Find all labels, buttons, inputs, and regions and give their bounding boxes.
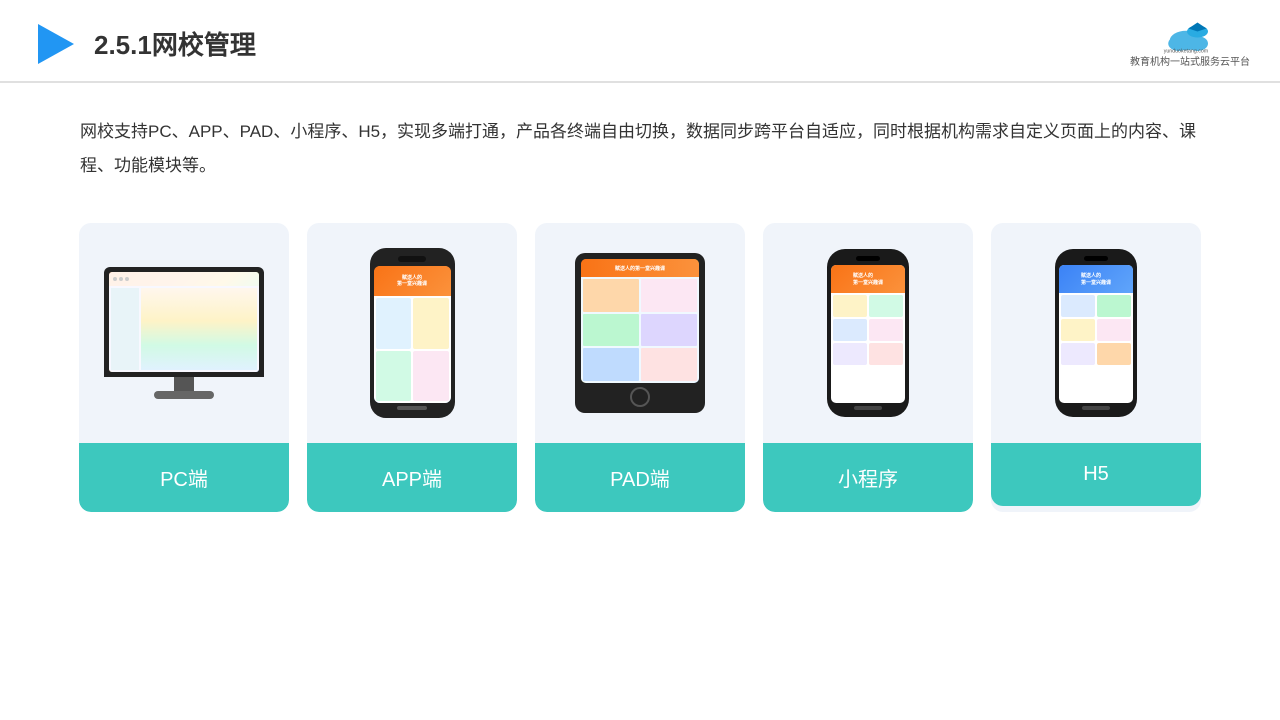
card-app-image: 赋送人的第一堂兴趣课: [307, 223, 517, 443]
play-icon: [30, 20, 78, 68]
logo-area: yunduoketang.com 教育机构一站式服务云平台: [1130, 18, 1250, 69]
card-pc-image: [79, 223, 289, 443]
device-pc: [104, 267, 264, 399]
card-pad: 赋送人的第一堂兴趣课: [535, 223, 745, 512]
card-pc-label: PC端: [79, 443, 289, 512]
logo-tagline: 教育机构一站式服务云平台: [1130, 56, 1250, 69]
card-h5-image: 赋送人的第一堂兴趣课: [991, 223, 1201, 443]
device-app-phone: 赋送人的第一堂兴趣课: [370, 248, 455, 418]
header-left: 2.5.1网校管理: [30, 20, 256, 68]
svg-text:yunduoketang.com: yunduoketang.com: [1164, 49, 1209, 55]
card-pc: PC端: [79, 223, 289, 512]
cards-container: PC端 赋送人的第一堂兴趣课: [0, 193, 1280, 542]
card-h5-label: H5: [991, 443, 1201, 506]
card-mini-label: 小程序: [763, 443, 973, 512]
device-h5: 赋送人的第一堂兴趣课: [1055, 249, 1137, 417]
card-mini-image: 赋送人的第一堂兴趣课: [763, 223, 973, 443]
page-title: 2.5.1网校管理: [94, 25, 256, 62]
device-mini: 赋送人的第一堂兴趣课: [827, 249, 909, 417]
card-mini: 赋送人的第一堂兴趣课 小程序: [763, 223, 973, 512]
header: 2.5.1网校管理 yunduoketang.com 教育机构一站式服务云平台: [0, 0, 1280, 83]
card-pad-image: 赋送人的第一堂兴趣课: [535, 223, 745, 443]
description-text: 网校支持PC、APP、PAD、小程序、H5，实现多端打通，产品各终端自由切换，数…: [0, 83, 1280, 193]
card-h5: 赋送人的第一堂兴趣课 H5: [991, 223, 1201, 512]
logo-icon: yunduoketang.com: [1160, 18, 1220, 54]
device-pad: 赋送人的第一堂兴趣课: [575, 253, 705, 413]
card-app-label: APP端: [307, 443, 517, 512]
card-pad-label: PAD端: [535, 443, 745, 512]
card-app: 赋送人的第一堂兴趣课 APP端: [307, 223, 517, 512]
